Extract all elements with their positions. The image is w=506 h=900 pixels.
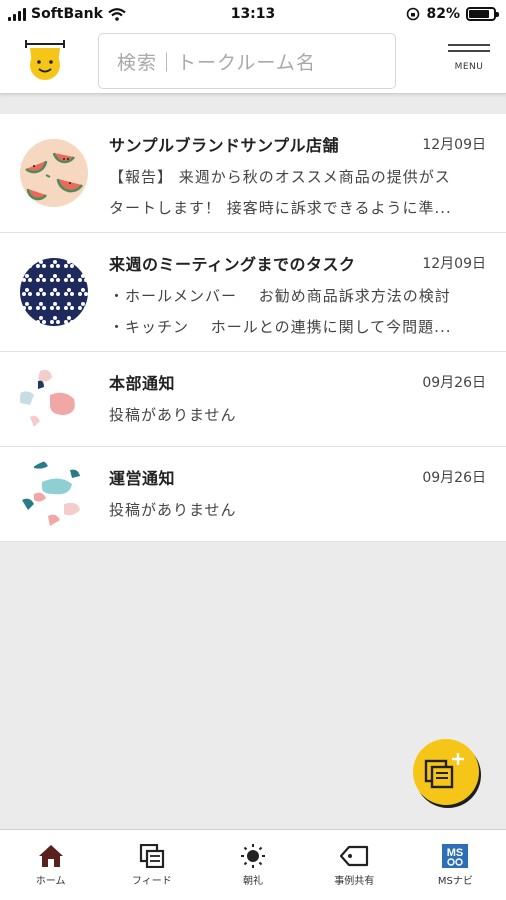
room-last-message: 投稿がありません	[109, 400, 487, 431]
rotation-lock-icon	[407, 7, 420, 21]
bottom-nav: ホーム フィード 朝礼 事例共有 MS MSナビ	[0, 829, 506, 900]
list-item[interactable]: 来週のミーティングまでのタスク 12月09日 ・ホールメンバー お勧め商品訴求方…	[0, 233, 506, 352]
room-avatar	[20, 460, 88, 528]
message-line: ・ホールメンバー お勧め商品訴求方法の検討	[109, 287, 451, 305]
nav-morning-meeting[interactable]: 朝礼	[202, 830, 303, 900]
nav-case-sharing[interactable]: 事例共有	[304, 830, 405, 900]
battery-icon	[466, 7, 499, 21]
room-name: 本部通知	[109, 374, 176, 393]
room-name: 運営通知	[109, 469, 176, 488]
sun-icon	[241, 844, 265, 868]
message-line: 投稿がありません	[109, 501, 237, 519]
menu-button[interactable]: MENU	[446, 40, 492, 86]
nav-label: 事例共有	[334, 876, 375, 887]
nav-label: 朝礼	[243, 876, 263, 887]
nav-label: フィード	[131, 876, 172, 887]
nav-feed[interactable]: フィード	[101, 830, 202, 900]
list-item[interactable]: 運営通知 09月26日 投稿がありません	[0, 447, 506, 542]
nav-home[interactable]: ホーム	[0, 830, 101, 900]
room-date: 12月09日	[422, 256, 486, 272]
new-post-button[interactable]	[413, 739, 479, 805]
message-line: 【報告】 来週から秋のオススメ商品の提供がス	[109, 168, 451, 186]
room-avatar	[20, 258, 88, 326]
room-name: サンプルブランドサンプル店舗	[109, 136, 340, 155]
list-item[interactable]: 本部通知 09月26日 投稿がありません	[0, 352, 506, 447]
message-line: タートします！ 接客時に訴求できるように準...	[109, 199, 452, 217]
room-date: 09月26日	[422, 375, 486, 391]
new-post-icon	[424, 753, 464, 789]
ms-navi-icon: MS	[442, 844, 469, 868]
search-placeholder: 検索｜トークルーム名	[117, 51, 316, 74]
battery-fill	[469, 10, 489, 18]
tag-icon	[340, 845, 369, 867]
room-avatar	[20, 139, 88, 207]
hamburger-icon	[446, 44, 492, 52]
message-line: ・キッチン ホールとの連携に関して今問題...	[109, 318, 452, 336]
menu-label: MENU	[454, 62, 484, 72]
room-date: 12月09日	[422, 137, 486, 153]
status-bar: SoftBank 13:13 82%	[0, 0, 506, 30]
logo-icon[interactable]	[18, 34, 72, 88]
battery-percent: 82%	[426, 6, 460, 22]
ms-badge-text: MS	[447, 847, 464, 859]
nav-ms-navi[interactable]: MS MSナビ	[405, 830, 506, 900]
nav-label: MSナビ	[437, 876, 473, 887]
room-last-message: 投稿がありません	[109, 495, 487, 526]
room-date: 09月26日	[422, 470, 486, 486]
home-icon	[38, 845, 63, 867]
room-last-message: 【報告】 来週から秋のオススメ商品の提供がス タートします！ 接客時に訴求できる…	[109, 162, 487, 224]
app-header: 検索｜トークルーム名 MENU	[0, 30, 506, 94]
talk-room-list: サンプルブランドサンプル店舗 12月09日 【報告】 来週から秋のオススメ商品の…	[0, 114, 506, 542]
room-avatar	[20, 365, 88, 433]
list-item[interactable]: サンプルブランドサンプル店舗 12月09日 【報告】 来週から秋のオススメ商品の…	[0, 114, 506, 233]
room-last-message: ・ホールメンバー お勧め商品訴求方法の検討 ・キッチン ホールとの連携に関して今…	[109, 281, 487, 343]
message-line: 投稿がありません	[109, 406, 237, 424]
feed-icon	[139, 844, 164, 868]
nav-label: ホーム	[35, 876, 66, 887]
search-input[interactable]: 検索｜トークルーム名	[98, 33, 396, 89]
room-name: 来週のミーティングまでのタスク	[109, 255, 356, 274]
